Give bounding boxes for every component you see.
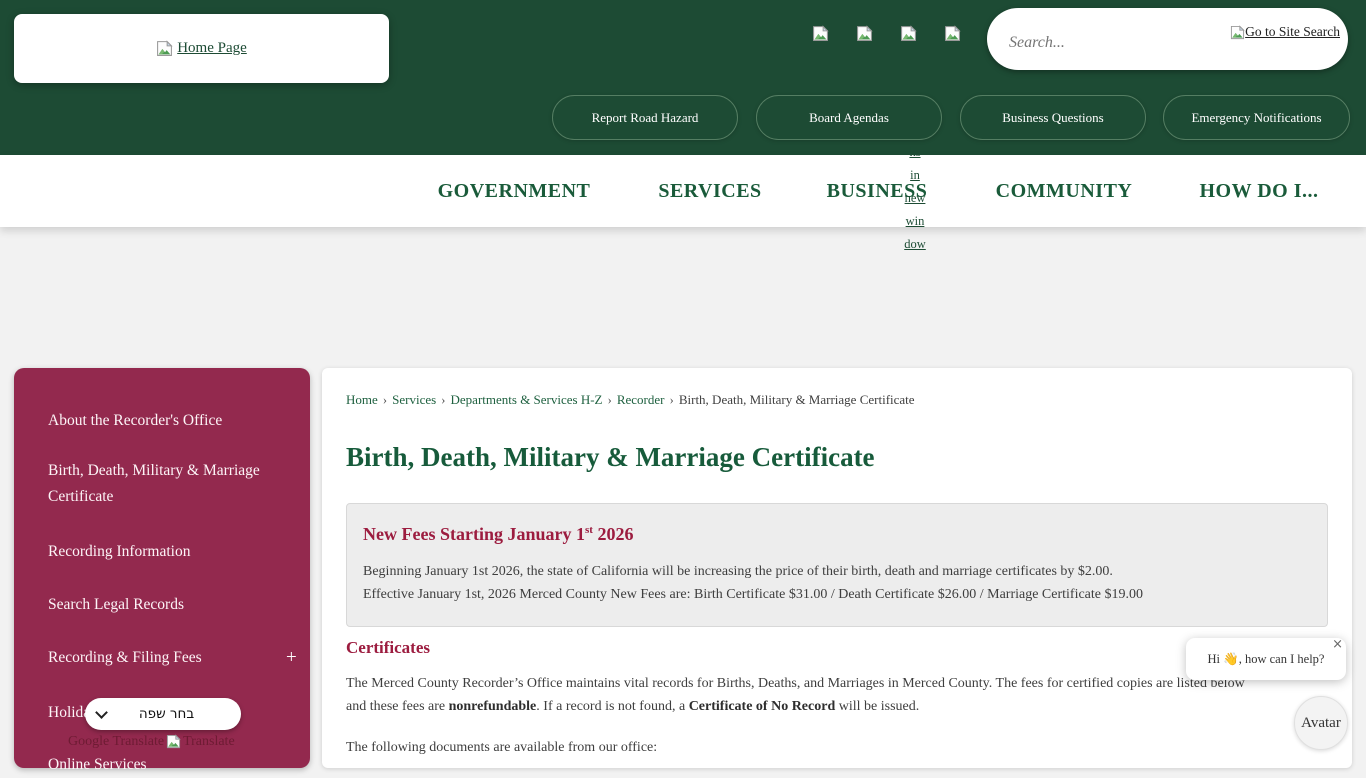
window-link-fragment: new: [897, 187, 933, 210]
following-documents-line: The following documents are available fr…: [346, 740, 657, 756]
window-link-fragment: dow: [897, 233, 933, 256]
language-select-label: בחר שפה: [106, 706, 241, 722]
go-to-site-search-link[interactable]: Go to Site Search: [1230, 24, 1340, 40]
certificates-heading: Certificates: [346, 638, 430, 658]
google-translate-attribution: Google Translate Translate: [68, 734, 298, 750]
site-search-box: Go to Site Search: [987, 8, 1348, 70]
sidebar-item-search-legal-records[interactable]: Search Legal Records: [48, 592, 270, 618]
social-link-3-icon[interactable]: [900, 25, 917, 42]
quick-link-report-road-hazard[interactable]: Report Road Hazard: [552, 95, 738, 140]
breadcrumb-current: Birth, Death, Military & Marriage Certif…: [679, 392, 915, 407]
breadcrumb: Home › Services › Departments & Services H-Z…: [346, 392, 915, 408]
home-page-card[interactable]: Home Page: [14, 14, 389, 83]
new-fees-notice-box: New Fees Starting January 1st 2026 Begin…: [346, 503, 1328, 627]
breadcrumb-recorder[interactable]: Recorder: [617, 392, 665, 407]
fees-heading: New Fees Starting January 1st 2026: [363, 524, 633, 545]
search-input[interactable]: [1009, 34, 1209, 52]
chat-greeting-bubble: Hi 👋, how can I help? ×: [1186, 638, 1346, 680]
google-translate-link[interactable]: Google Translate: [68, 734, 164, 749]
nav-community[interactable]: COMMUNITY: [996, 155, 1133, 227]
chat-avatar-button[interactable]: Avatar: [1294, 696, 1348, 750]
nav-government[interactable]: GOVERNMENT: [438, 155, 591, 227]
nav-how-do-i[interactable]: HOW DO I...: [1199, 155, 1318, 227]
home-page-link[interactable]: Home Page: [177, 40, 247, 57]
sidebar-item-recording-filing-fees[interactable]: Recording & Filing Fees: [48, 645, 270, 671]
social-link-1-icon[interactable]: [812, 25, 829, 42]
close-icon[interactable]: ×: [1332, 637, 1343, 652]
breadcrumb-separator: ›: [608, 392, 612, 407]
fees-line-2: Effective January 1st, 2026 Merced Count…: [363, 587, 1143, 603]
broken-image-icon: [166, 734, 181, 749]
sidebar-item-about-recorders-office[interactable]: About the Recorder's Office: [48, 408, 270, 434]
opens-in-new-window-link[interactable]: ks in new win dow: [897, 141, 933, 256]
main-nav: GOVERNMENT SERVICES BUSINESS COMMUNITY H…: [0, 155, 1366, 227]
sidebar-item-birth-death-military-marriage[interactable]: Birth, Death, Military & Marriage Certif…: [48, 458, 270, 510]
wave-emoji-icon: 👋: [1223, 652, 1239, 666]
broken-image-icon: [1230, 25, 1245, 40]
expand-plus-icon[interactable]: +: [286, 647, 297, 669]
page-title: Birth, Death, Military & Marriage Certif…: [346, 442, 875, 473]
language-select[interactable]: בחר שפה: [85, 698, 241, 730]
breadcrumb-separator: ›: [441, 392, 445, 407]
header-band: Home Page Go to Site Search Report Road …: [0, 0, 1366, 155]
quick-link-board-agendas[interactable]: Board Agendas: [756, 95, 942, 140]
window-link-fragment: win: [897, 210, 933, 233]
nav-services[interactable]: SERVICES: [658, 155, 761, 227]
social-link-4-icon[interactable]: [944, 25, 961, 42]
translate-link[interactable]: Translate: [183, 734, 235, 749]
window-link-fragment: in: [897, 164, 933, 187]
window-link-fragment: ks: [897, 141, 933, 164]
page-content: Home › Services › Departments & Services H-Z…: [322, 368, 1352, 768]
recorder-sidebar: About the Recorder's Office Birth, Death…: [14, 368, 310, 768]
sidebar-item-recording-information[interactable]: Recording Information: [48, 539, 270, 565]
breadcrumb-separator: ›: [669, 392, 673, 407]
fees-line-1: Beginning January 1st 2026, the state of…: [363, 564, 1113, 580]
quick-link-emergency-notifications[interactable]: Emergency Notifications: [1163, 95, 1350, 140]
social-link-2-icon[interactable]: [856, 25, 873, 42]
broken-image-icon: [156, 40, 173, 57]
chat-message: Hi 👋, how can I help?: [1208, 652, 1325, 667]
certificates-paragraph-line2: and these fees are nonrefundable. If a r…: [346, 695, 1346, 718]
sidebar-item-online-services[interactable]: Online Services: [48, 752, 270, 778]
breadcrumb-services[interactable]: Services: [392, 392, 436, 407]
quick-link-business-questions[interactable]: Business Questions: [960, 95, 1146, 140]
breadcrumb-separator: ›: [383, 392, 387, 407]
breadcrumb-home[interactable]: Home: [346, 392, 378, 407]
breadcrumb-departments-hz[interactable]: Departments & Services H-Z: [451, 392, 603, 407]
